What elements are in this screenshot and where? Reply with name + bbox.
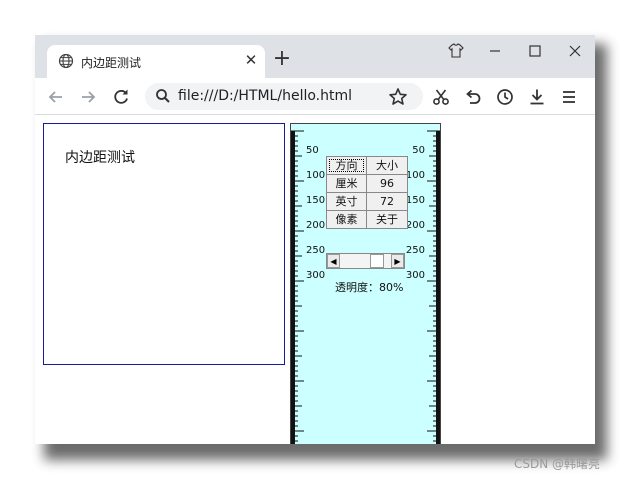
close-icon[interactable] (564, 40, 586, 62)
ruler-label-right: 50 (412, 145, 425, 156)
search-icon (156, 89, 170, 103)
scroll-right-arrow-icon[interactable]: ▶ (391, 254, 404, 268)
ruler-label-left: 300 (306, 270, 325, 281)
opacity-label: 透明度：80% (335, 281, 404, 294)
padding-test-text: 内边距测试 (65, 150, 135, 166)
address-url: file:///D:/HTML/hello.html (178, 88, 353, 104)
ruler-label-left: 200 (306, 220, 325, 231)
watermark: CSDN @韩曙亮 (514, 457, 601, 471)
shirt-icon[interactable] (445, 40, 467, 62)
menu-icon[interactable] (558, 86, 580, 108)
centimeter-button[interactable]: 厘米 (326, 174, 367, 193)
download-icon[interactable] (526, 86, 548, 108)
scroll-left-arrow-icon[interactable]: ◀ (327, 254, 340, 268)
size-button[interactable]: 大小 (366, 156, 408, 175)
ruler-label-right: 250 (406, 245, 425, 256)
screen-ruler-tool[interactable]: 50 50 100 100 150 150 200 200 250 250 300 300 方向 大小… (290, 123, 441, 444)
browser-window: 内边距测试 ✕ + file:///D:/HTML/hello.html 内边距… (35, 35, 595, 444)
ruler-label-left: 150 (306, 195, 325, 206)
about-button[interactable]: 关于 (366, 210, 408, 229)
inch-value: 72 (366, 192, 408, 211)
ruler-label-left: 100 (306, 170, 325, 181)
scissors-icon[interactable] (430, 86, 452, 108)
address-bar[interactable]: file:///D:/HTML/hello.html (145, 83, 423, 110)
maximize-icon[interactable] (524, 40, 546, 62)
reload-icon[interactable] (110, 86, 132, 108)
ruler-label-left: 250 (306, 245, 325, 256)
ruler-label-right: 300 (406, 270, 425, 281)
pixel-button[interactable]: 像素 (326, 210, 367, 229)
browser-tab[interactable]: 内边距测试 ✕ (47, 45, 265, 78)
ruler-label-right: 200 (406, 220, 425, 231)
scroll-thumb[interactable] (369, 254, 384, 268)
tab-title: 内边距测试 (81, 56, 142, 70)
direction-button[interactable]: 方向 (326, 156, 367, 175)
inch-button[interactable]: 英寸 (326, 192, 367, 211)
ruler-label-right: 100 (406, 170, 425, 181)
padding-test-box: 内边距测试 (43, 123, 285, 365)
star-icon[interactable] (387, 86, 409, 108)
back-icon[interactable] (45, 86, 67, 108)
new-tab-icon[interactable]: + (272, 48, 292, 70)
ruler-label-left: 50 (306, 145, 319, 156)
ruler-label-right: 150 (406, 195, 425, 206)
globe-icon (58, 53, 74, 69)
title-bar: 内边距测试 ✕ + (35, 35, 595, 78)
opacity-scrollbar[interactable]: ◀ ▶ (326, 253, 405, 269)
centimeter-value: 96 (366, 174, 408, 193)
undo-icon[interactable] (462, 86, 484, 108)
minimize-icon[interactable] (484, 40, 506, 62)
tab-close-icon[interactable]: ✕ (243, 52, 259, 68)
history-icon[interactable] (494, 86, 516, 108)
page-content: 内边距测试 50 50 100 100 150 150 200 200 250 250 300 300… (35, 116, 595, 444)
forward-icon[interactable] (77, 86, 99, 108)
browser-toolbar: file:///D:/HTML/hello.html (35, 78, 595, 115)
